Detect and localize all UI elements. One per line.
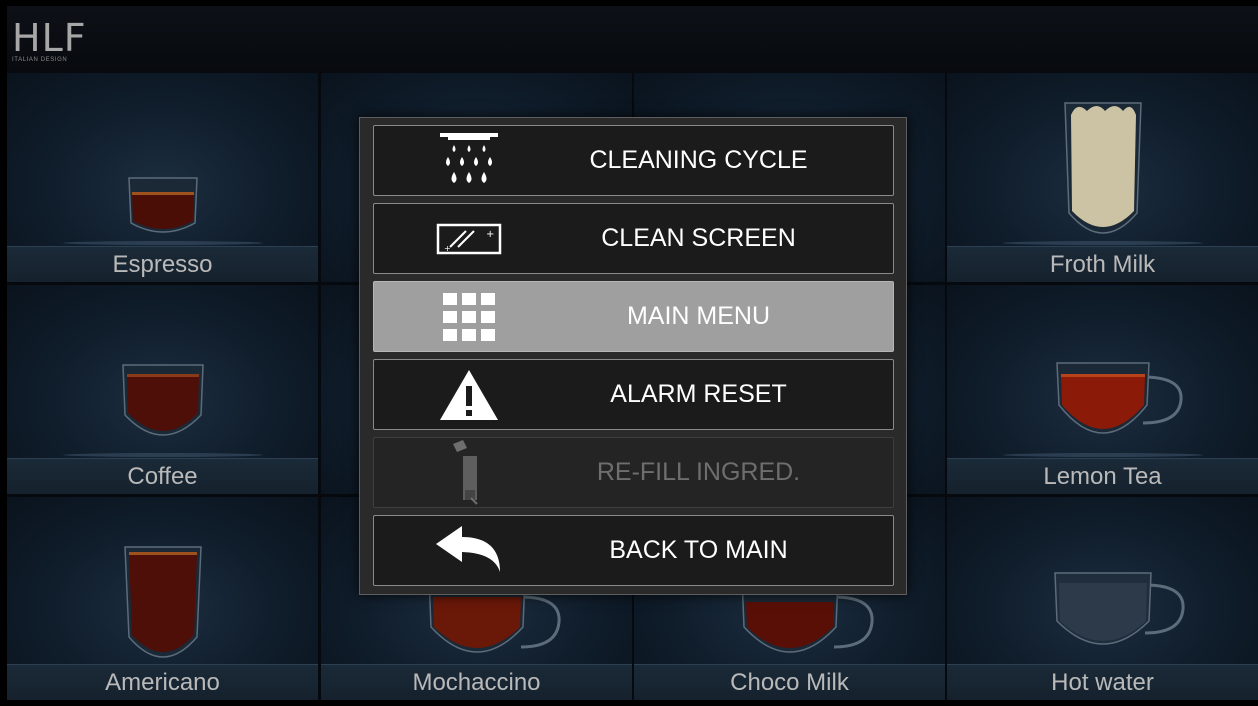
menu-item-label: MAIN MENU (626, 302, 771, 330)
svg-text:+: + (486, 229, 494, 240)
menu-item-label: CLEANING CYCLE (589, 146, 808, 174)
drink-label: Americano (7, 664, 318, 700)
drink-tile-lemon-tea[interactable]: Lemon Tea (947, 285, 1258, 494)
cleaning-shower-icon (414, 126, 524, 195)
hot-water-cup-icon (1003, 572, 1203, 669)
espresso-cup-icon (63, 177, 263, 245)
cleaning-cycle-button[interactable]: CLEANING CYCLE (373, 125, 894, 196)
clean-screen-icon: + + (414, 204, 524, 273)
logo-text: HLF (12, 16, 87, 60)
drink-label: Hot water (947, 664, 1258, 700)
lemon-tea-cup-icon (1003, 362, 1203, 457)
top-bar: HLF ITALIAN DESIGN (7, 6, 1258, 73)
refill-ingredient-icon (414, 438, 524, 507)
drink-label: Froth Milk (947, 246, 1258, 282)
back-arrow-icon (414, 516, 524, 585)
menu-item-label: ALARM RESET (610, 380, 787, 408)
grid-menu-icon (414, 282, 524, 351)
refill-ingredients-button[interactable]: RE-FILL INGRED. (373, 437, 894, 508)
drink-label: Lemon Tea (947, 458, 1258, 494)
brand-logo: HLF ITALIAN DESIGN (12, 16, 132, 63)
coffee-cup-icon (63, 364, 263, 457)
drink-tile-coffee[interactable]: Coffee (7, 285, 318, 494)
froth-milk-glass-icon (1003, 102, 1203, 245)
clean-screen-button[interactable]: + + CLEAN SCREEN (373, 203, 894, 274)
drink-label: Espresso (7, 246, 318, 282)
drink-tile-americano[interactable]: Americano (7, 497, 318, 700)
alarm-reset-button[interactable]: ALARM RESET (373, 359, 894, 430)
menu-item-label: CLEAN SCREEN (601, 224, 796, 252)
drink-label: Coffee (7, 458, 318, 494)
drink-label: Mochaccino (321, 664, 632, 700)
service-menu-popup: CLEANING CYCLE + + CLEAN SCREEN MAIN MEN… (359, 117, 907, 595)
americano-glass-icon (63, 546, 263, 669)
drink-tile-froth-milk[interactable]: Froth Milk (947, 73, 1258, 282)
warning-icon (414, 360, 524, 429)
menu-item-label: RE-FILL INGRED. (596, 458, 801, 486)
menu-item-label: BACK TO MAIN (609, 536, 788, 564)
drink-tile-hot-water[interactable]: Hot water (947, 497, 1258, 700)
main-menu-button[interactable]: MAIN MENU (373, 281, 894, 352)
drink-tile-espresso[interactable]: Espresso (7, 73, 318, 282)
back-to-main-button[interactable]: BACK TO MAIN (373, 515, 894, 586)
svg-text:+: + (444, 244, 451, 253)
drink-label: Choco Milk (634, 664, 945, 700)
